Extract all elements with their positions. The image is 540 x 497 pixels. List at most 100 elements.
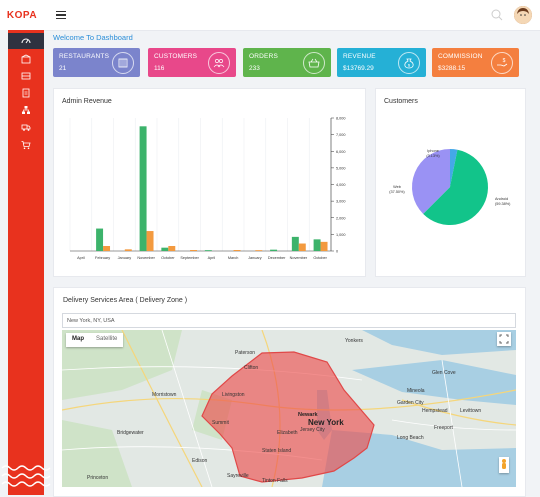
x-tick-label: October (161, 256, 175, 260)
y-tick-label: 0 (336, 250, 338, 254)
x-tick-label: February (95, 256, 110, 260)
bar (320, 241, 328, 251)
fullscreen-icon (499, 334, 509, 344)
x-tick-label: March (228, 256, 239, 260)
page-title: Welcome To Dashboard (53, 33, 133, 42)
bar (103, 246, 111, 251)
y-tick-label: 3,000 (336, 200, 346, 204)
map-label-livingston: Livingston (222, 392, 245, 398)
y-tick-label: 5,000 (336, 166, 346, 170)
x-tick-label: April (77, 256, 85, 260)
stat-tile-restaurants[interactable]: RESTAURANTS 21 (53, 48, 140, 77)
pie-label: Web (393, 185, 401, 189)
x-tick-label: December (268, 256, 286, 260)
stat-tile-orders[interactable]: ORDERS 233 (243, 48, 331, 77)
sidebar-item-dashboard[interactable] (8, 33, 44, 49)
pie-percent-label: (59.38%) (495, 202, 511, 206)
map-label-newyork: New York (308, 418, 344, 427)
stat-tile-commission[interactable]: COMMISSION $3288.15 $ (432, 48, 519, 77)
stat-value: $3288.15 (438, 65, 466, 72)
delivery-zone-title: Delivery Services Area ( Delivery Zone ) (63, 297, 188, 304)
map-label-clifton: Clifton (244, 365, 259, 371)
map-label-levittown: Levittown (460, 408, 482, 414)
map-fullscreen-button[interactable] (497, 332, 511, 346)
menu-toggle-icon[interactable] (56, 11, 66, 20)
map-label-summit: Summit (212, 420, 229, 426)
y-tick-label: 8,000 (336, 117, 346, 121)
map-label-yonkers: Yonkers (345, 338, 363, 344)
stat-tile-customers[interactable]: CUSTOMERS 116 (148, 48, 236, 77)
map-label-jerseycity: Jersey City (300, 427, 325, 433)
sidebar-item-restaurants[interactable] (8, 51, 44, 67)
users-icon (208, 52, 230, 74)
street-view-pegman[interactable] (499, 457, 509, 473)
y-tick-label: 4,000 (336, 183, 346, 187)
x-tick-label: September (180, 256, 199, 260)
map-label-elizabeth: Elizabeth (277, 430, 298, 436)
bar (139, 126, 147, 251)
delivery-icon (21, 124, 31, 131)
bar (255, 250, 263, 251)
bar (124, 249, 132, 251)
x-tick-label: November (137, 256, 155, 260)
bar (190, 250, 198, 251)
x-tick-label: October (313, 256, 327, 260)
bar (291, 236, 299, 251)
svg-text:$: $ (503, 58, 506, 64)
sidebar-item-food[interactable] (8, 68, 44, 84)
map-label-statenisland: Staten Island (262, 448, 292, 454)
sidebar-item-cart[interactable] (8, 137, 44, 153)
stat-tile-revenue[interactable]: REVENUE $13769.29 $ (337, 48, 426, 77)
pie-label: Android (495, 197, 508, 201)
map-label-tintonfalls: Tinton Falls (262, 478, 288, 484)
food-icon (21, 72, 31, 80)
stat-value: 21 (59, 65, 67, 72)
customers-pie-chart: Android(59.38%) Web(37.50%) Iphone(3.13%) (389, 149, 511, 226)
bar (146, 231, 154, 251)
pie-percent-label: (37.50%) (389, 190, 405, 194)
map-type-control: Map Satellite (66, 333, 124, 347)
stat-title: RESTAURANTS (59, 53, 110, 60)
map-type-satellite-button[interactable]: Satellite (90, 333, 123, 347)
map-label-edison: Edison (192, 458, 208, 464)
sidebar-item-users[interactable] (8, 102, 44, 118)
user-avatar[interactable] (514, 6, 532, 24)
bar (161, 247, 169, 251)
map-label-morristown: Morristown (152, 392, 177, 398)
bar (96, 228, 104, 251)
hand-money-icon: $ (491, 52, 513, 74)
sidebar-item-orders[interactable] (8, 85, 44, 101)
x-tick-label: April (208, 256, 216, 260)
map-label-hempstead: Hempstead (422, 408, 448, 414)
stat-value: 116 (154, 65, 165, 72)
bar (270, 249, 278, 251)
building-icon (112, 52, 134, 74)
stat-title: COMMISSION (438, 53, 483, 60)
bar (168, 246, 176, 251)
org-icon (22, 106, 30, 114)
map-search-input[interactable]: New York, NY, USA (62, 313, 516, 328)
x-tick-label: January (118, 256, 132, 260)
brand-logo[interactable]: KOPA (0, 0, 44, 30)
dashboard-icon (21, 38, 31, 44)
top-bar (44, 0, 540, 31)
stat-value: 233 (249, 65, 260, 72)
logo-text: KOPA (6, 9, 38, 21)
search-icon[interactable] (490, 8, 504, 22)
bar (313, 239, 321, 251)
map-label-paterson: Paterson (235, 350, 256, 356)
pie-percent-label: (3.13%) (426, 154, 440, 158)
map-label-gardencity: Garden City (397, 400, 424, 406)
map-canvas[interactable]: Paterson Clifton Yonkers Newark New York… (62, 330, 516, 487)
map-label-glencove: Glen Cove (432, 370, 456, 376)
map-label-mineola: Mineola (407, 388, 425, 394)
map-label-sayreville: Sayreville (227, 473, 249, 479)
y-tick-label: 6,000 (336, 150, 346, 154)
bar (298, 243, 306, 251)
basket-icon (303, 52, 325, 74)
x-tick-label: January (248, 256, 262, 260)
map-type-map-button[interactable]: Map (66, 333, 90, 347)
restaurant-icon (21, 54, 31, 64)
sidebar-item-delivery[interactable] (8, 119, 44, 135)
y-tick-label: 2,000 (336, 216, 346, 220)
